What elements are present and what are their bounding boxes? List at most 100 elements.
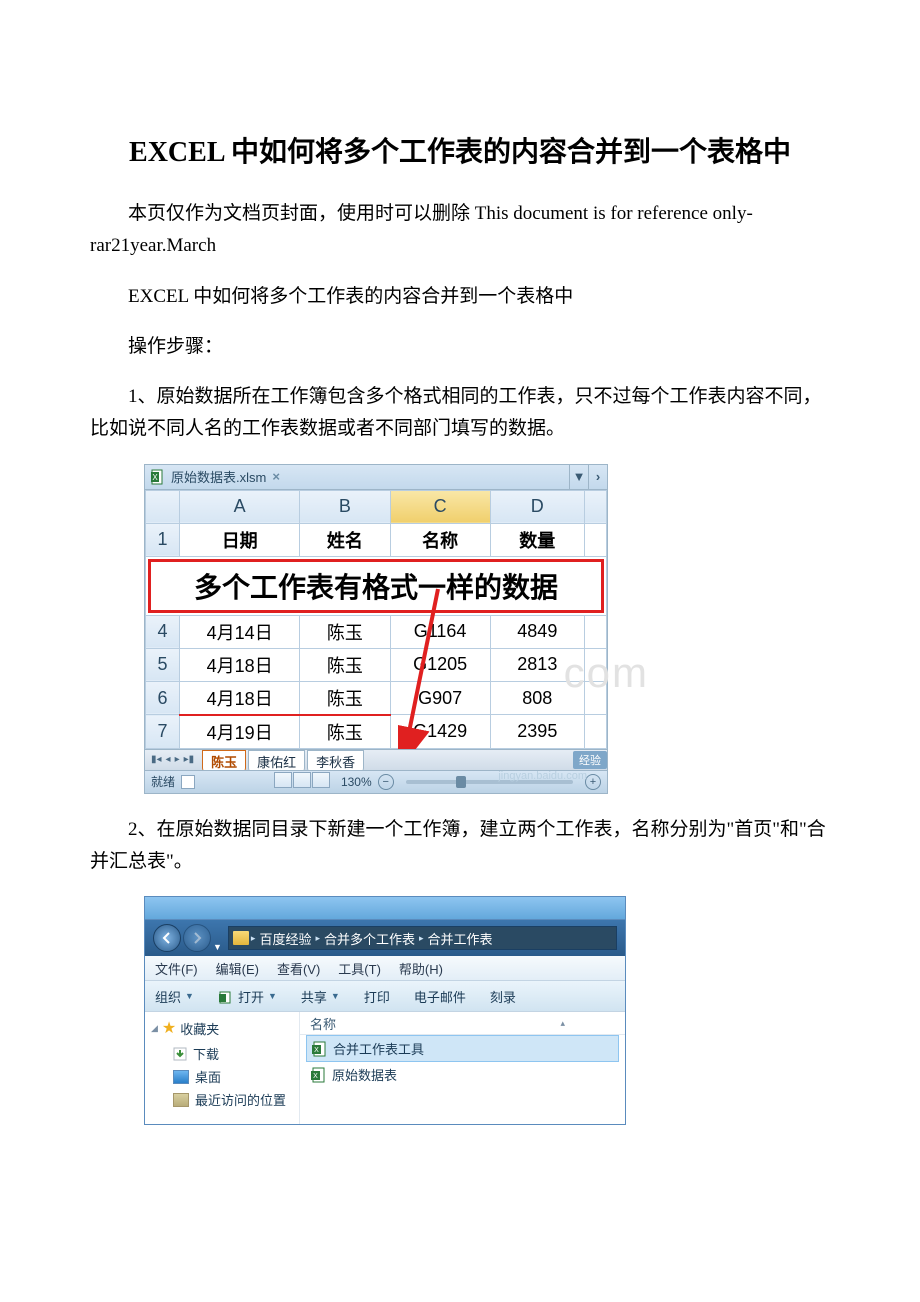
excel-file-icon: X xyxy=(151,469,167,485)
history-dropdown-icon[interactable]: ▼ xyxy=(213,942,222,952)
header-cell[interactable]: 姓名 xyxy=(300,523,390,556)
sort-indicator-icon[interactable]: ▴ xyxy=(560,1018,565,1029)
menu-edit[interactable]: 编辑(E) xyxy=(216,959,259,978)
header-cell[interactable]: 日期 xyxy=(180,523,300,556)
cell[interactable]: 4849 xyxy=(490,615,584,648)
row-header[interactable]: 7 xyxy=(146,715,180,749)
excel-doc-tab-bar: X 原始数据表.xlsm × ▼ › xyxy=(145,465,607,490)
cell[interactable]: 4月18日 xyxy=(180,648,300,681)
select-all-cell[interactable] xyxy=(146,490,180,523)
experience-badge: 经验 xyxy=(573,751,607,769)
table-row: 6 4月18日 陈玉 G907 808 xyxy=(146,681,607,715)
close-icon[interactable]: × xyxy=(272,469,280,484)
sheet-tab[interactable]: 康佑红 xyxy=(248,750,305,772)
collapse-icon[interactable]: ◢ xyxy=(151,1023,158,1034)
intro-text: 本页仅作为文档页封面，使用时可以删除 This document is for … xyxy=(90,198,830,263)
file-item[interactable]: X 合并工作表工具 xyxy=(306,1035,619,1062)
table-row: 1 日期 姓名 名称 数量 xyxy=(146,523,607,556)
back-button[interactable] xyxy=(153,924,181,952)
sheet-tab[interactable]: 陈玉 xyxy=(202,750,246,772)
zoom-out-icon[interactable]: − xyxy=(378,774,394,790)
watermark-url: jingyan.baidu.com xyxy=(498,770,587,782)
window-titlebar xyxy=(145,897,625,920)
zoom-in-icon[interactable]: + xyxy=(585,774,601,790)
cell[interactable]: 808 xyxy=(490,681,584,715)
sidebar-item-recent[interactable]: 最近访问的位置 xyxy=(151,1088,299,1111)
zoom-value[interactable]: 130% xyxy=(341,775,372,789)
explorer-screenshot: ▼ ▸ 百度经验 ▸ 合并多个工作表 ▸ 合并工作表 文件(F) 编辑(E) 查… xyxy=(144,896,626,1125)
col-header-a[interactable]: A xyxy=(180,490,300,523)
cell[interactable]: 陈玉 xyxy=(300,715,390,749)
breadcrumb[interactable]: 百度经验 xyxy=(257,929,313,948)
burn-button[interactable]: 刻录 xyxy=(490,987,516,1006)
paragraph-2: 操作步骤： xyxy=(90,331,830,363)
header-cell[interactable]: 数量 xyxy=(490,523,584,556)
sheet-nav-buttons[interactable]: ▮◂◂▸▸▮ xyxy=(145,754,196,765)
email-button[interactable]: 电子邮件 xyxy=(414,987,466,1006)
cell[interactable]: 陈玉 xyxy=(300,615,390,648)
breadcrumb[interactable]: 合并多个工作表 xyxy=(322,929,417,948)
cell[interactable]: G1164 xyxy=(390,615,490,648)
macro-icon[interactable] xyxy=(181,775,195,789)
svg-text:X: X xyxy=(152,473,158,482)
status-label: 就绪 xyxy=(151,773,175,790)
cell[interactable]: 4月14日 xyxy=(180,615,300,648)
forward-button[interactable] xyxy=(183,924,211,952)
cell[interactable]: G1429 xyxy=(390,715,490,749)
row-header[interactable]: 4 xyxy=(146,615,180,648)
header-cell[interactable]: 名称 xyxy=(390,523,490,556)
desktop-icon xyxy=(173,1070,189,1084)
cell[interactable]: G907 xyxy=(390,681,490,715)
excel-file-icon: X xyxy=(311,1041,327,1057)
open-icon xyxy=(218,989,234,1003)
svg-text:X: X xyxy=(314,1047,319,1054)
address-bar[interactable]: ▸ 百度经验 ▸ 合并多个工作表 ▸ 合并工作表 xyxy=(228,926,617,950)
open-button[interactable]: 打开▼ xyxy=(218,987,277,1006)
download-icon xyxy=(173,1047,187,1061)
col-header-d[interactable]: D xyxy=(490,490,584,523)
excel-grid: A B C D 1 日期 姓名 名称 数量 多个工作表有格式一样的数据 4 xyxy=(145,490,607,749)
cell[interactable]: 陈玉 xyxy=(300,681,390,715)
sidebar-item-desktop[interactable]: 桌面 xyxy=(151,1065,299,1088)
col-header-b[interactable]: B xyxy=(300,490,390,523)
excel-file-icon: X xyxy=(310,1067,326,1083)
row-header[interactable]: 5 xyxy=(146,648,180,681)
row-header[interactable]: 6 xyxy=(146,681,180,715)
file-list: 名称 ▴ X 合并工作表工具 X 原始数据表 xyxy=(300,1012,625,1124)
cell[interactable]: 4月18日 xyxy=(180,681,300,715)
share-button[interactable]: 共享▼ xyxy=(301,987,340,1006)
banner-row: 多个工作表有格式一样的数据 xyxy=(146,556,607,615)
favorites-header[interactable]: ◢ ★ 收藏夹 xyxy=(151,1018,299,1038)
col-header-c[interactable]: C xyxy=(390,490,490,523)
toolbar: 组织▼ 打开▼ 共享▼ 打印 电子邮件 刻录 xyxy=(145,981,625,1012)
dropdown-icon[interactable]: ▼ xyxy=(569,465,588,489)
print-button[interactable]: 打印 xyxy=(364,987,390,1006)
column-header[interactable]: 名称 ▴ xyxy=(300,1012,625,1035)
menu-tools[interactable]: 工具(T) xyxy=(338,959,381,978)
overflow-icon[interactable]: › xyxy=(588,465,607,489)
cell[interactable]: 陈玉 xyxy=(300,648,390,681)
file-item[interactable]: X 原始数据表 xyxy=(300,1062,625,1087)
organize-button[interactable]: 组织▼ xyxy=(155,987,194,1006)
row-header-1[interactable]: 1 xyxy=(146,523,180,556)
sheet-tab-bar: ▮◂◂▸▸▮ 陈玉 康佑红 李秋香 经验 xyxy=(145,749,607,770)
breadcrumb[interactable]: 合并工作表 xyxy=(426,929,495,948)
folder-icon xyxy=(233,931,249,945)
sidebar-item-downloads[interactable]: 下载 xyxy=(151,1042,299,1065)
excel-doc-tab-label[interactable]: 原始数据表.xlsm xyxy=(171,467,266,486)
sheet-tab[interactable]: 李秋香 xyxy=(307,750,364,772)
explorer-body: ◢ ★ 收藏夹 下载 桌面 最近访问的位置 xyxy=(145,1012,625,1124)
svg-text:X: X xyxy=(313,1073,318,1080)
banner-text: 多个工作表有格式一样的数据 xyxy=(148,559,604,613)
menu-view[interactable]: 查看(V) xyxy=(277,959,320,978)
cell[interactable]: 2395 xyxy=(490,715,584,749)
menu-help[interactable]: 帮助(H) xyxy=(399,959,443,978)
column-header-row: A B C D xyxy=(146,490,607,523)
cell[interactable]: 2813 xyxy=(490,648,584,681)
cell[interactable]: 4月19日 xyxy=(180,715,300,749)
step-1: 1、原始数据所在工作簿包含多个格式相同的工作表，只不过每个工作表内容不同，比如说… xyxy=(90,381,830,446)
view-buttons[interactable] xyxy=(274,772,331,791)
table-row: 4 4月14日 陈玉 G1164 4849 xyxy=(146,615,607,648)
menu-file[interactable]: 文件(F) xyxy=(155,959,198,978)
cell[interactable]: G1205 xyxy=(390,648,490,681)
